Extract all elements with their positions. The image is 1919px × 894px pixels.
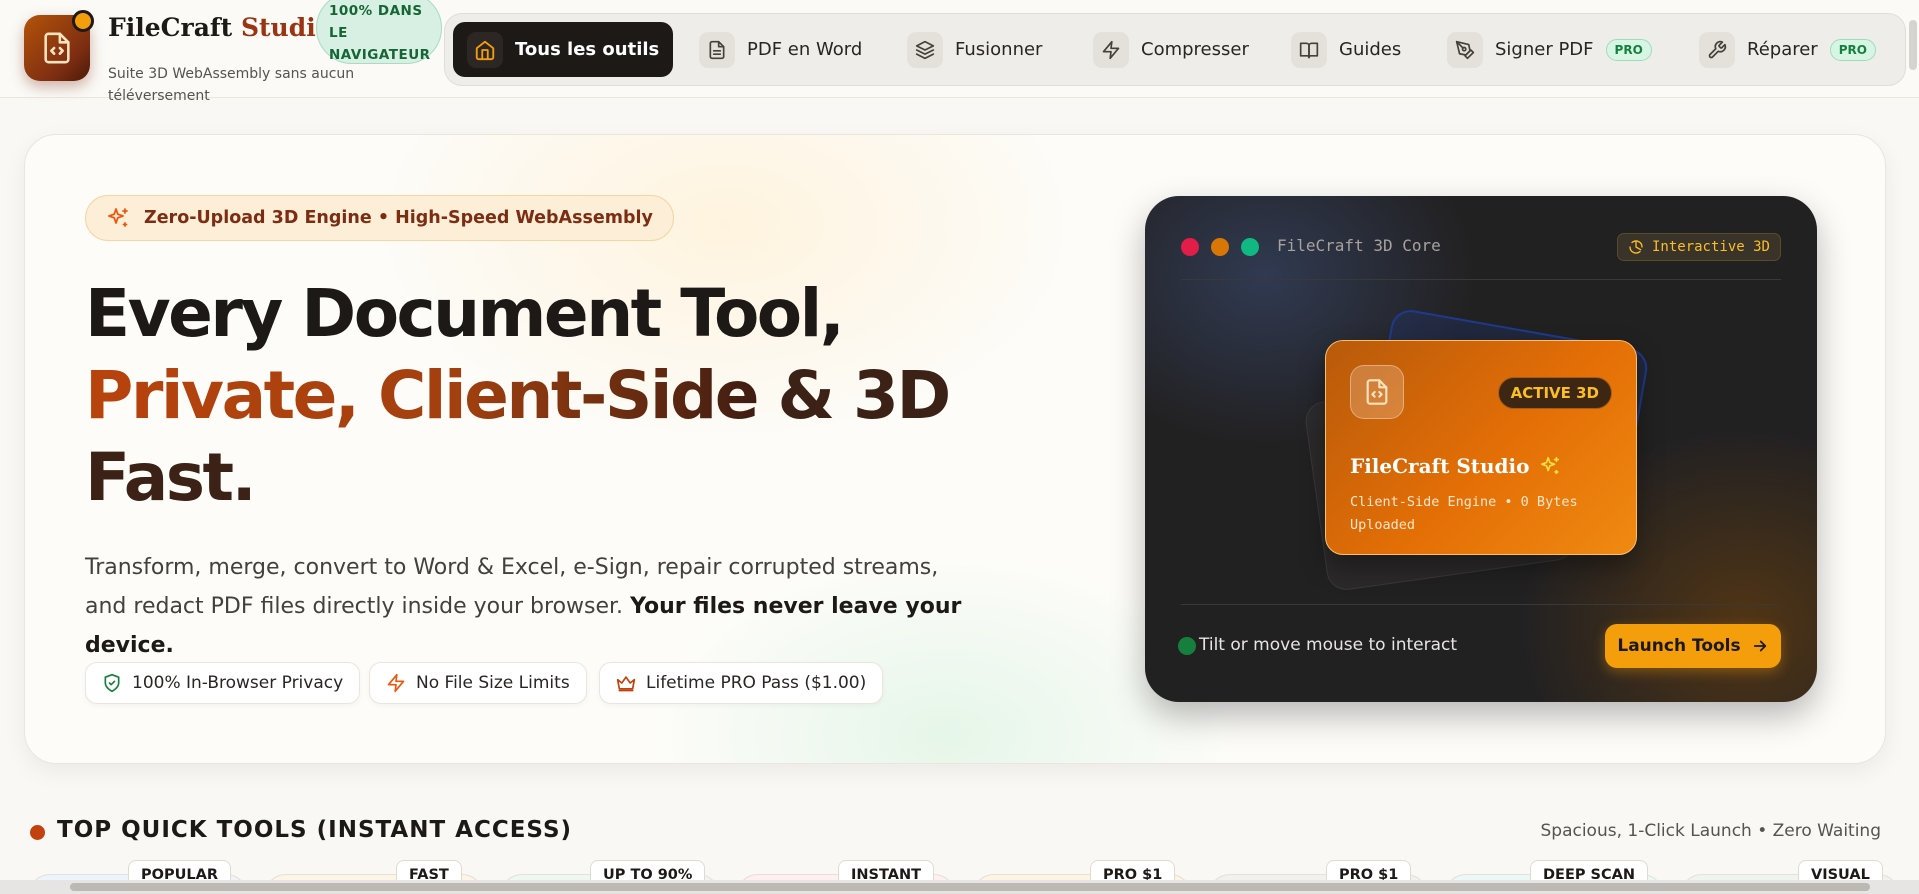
nav-item-label: Réparer — [1747, 39, 1818, 60]
card-subtitle: Client-Side Engine • 0 Bytes Uploaded — [1350, 494, 1578, 533]
nav-item-label: Compresser — [1141, 39, 1249, 60]
brand-name[interactable]: FileCraft Studio — [108, 13, 332, 42]
hero-title-line-2: Private, Client-Side & 3D — [85, 355, 985, 437]
sparkles-icon — [1541, 456, 1560, 475]
status-dot — [1178, 637, 1196, 655]
hero-title-suffix: & 3D — [757, 357, 951, 434]
card-title: FileCraft Studio — [1350, 454, 1561, 478]
active-3d-badge: ACTIVE 3D — [1497, 377, 1612, 409]
demo-divider-top — [1181, 279, 1781, 280]
lightning-icon — [387, 673, 405, 693]
hero-description: Transform, merge, convert to Word & Exce… — [85, 555, 962, 658]
in-browser-badge: 100% DANS LE NAVIGATEUR — [316, 0, 442, 64]
feature-chip-pro-pass: Lifetime PRO Pass ($1.00) — [599, 662, 884, 704]
hero-title-line-1: Every Document Tool, — [85, 275, 845, 352]
window-dot-green — [1241, 238, 1259, 256]
home-icon — [467, 31, 503, 68]
code-file-icon — [44, 32, 70, 64]
top-header: FileCraft Studio Suite 3D WebAssembly sa… — [0, 0, 1919, 104]
feature-chip-no-limits: No File Size Limits — [369, 662, 587, 704]
demo-window-title: FileCraft 3D Core — [1277, 236, 1441, 255]
brand-subtitle: Suite 3D WebAssembly sans aucun télévers… — [108, 66, 355, 104]
active-3d-card[interactable]: ACTIVE 3D FileCraft Studio Client-Side E… — [1325, 340, 1637, 555]
nav-item-guides[interactable]: Guides — [1277, 22, 1415, 77]
feature-chip-label: 100% In-Browser Privacy — [132, 673, 344, 693]
nav-item-label: Guides — [1339, 39, 1402, 60]
window-dot-yellow — [1211, 238, 1229, 256]
nav-item-all-tools[interactable]: Tous les outils — [453, 22, 674, 77]
interactive-badge: Interactive 3D — [1616, 233, 1781, 261]
nav-item-compress[interactable]: Compresser — [1079, 22, 1263, 77]
nav-item-pdf-to-word[interactable]: PDF en Word — [685, 22, 876, 77]
hero-badge: Zero-Upload 3D Engine • High-Speed WebAs… — [85, 195, 674, 241]
sparkles-icon — [108, 208, 128, 227]
logo-status-dot — [72, 10, 94, 32]
interaction-hint: Tilt or move mouse to interact — [1199, 635, 1458, 655]
window-dot-red — [1181, 238, 1199, 256]
hero-title-highlight: Private, Client-Side — [85, 357, 760, 434]
wrench-icon — [1699, 31, 1735, 68]
feature-chip-privacy: 100% In-Browser Privacy — [85, 662, 361, 704]
horizontal-scrollbar-thumb[interactable] — [70, 883, 1870, 891]
nav-item-label: Tous les outils — [515, 39, 660, 60]
rotate-3d-icon — [1629, 240, 1643, 254]
header-scrollbar[interactable] — [1909, 20, 1917, 70]
pro-tag: PRO — [1829, 38, 1876, 61]
hero-badge-label: Zero-Upload 3D Engine • High-Speed WebAs… — [144, 208, 653, 228]
crown-icon — [616, 676, 636, 692]
quick-tools-subtitle: Spacious, 1-Click Launch • Zero Waiting — [1540, 821, 1881, 841]
hero-title-line-3: Fast. — [85, 439, 257, 516]
nav-item-merge[interactable]: Fusionner — [893, 22, 1056, 77]
nav-item-label: Signer PDF — [1495, 39, 1594, 60]
pen-icon — [1447, 31, 1483, 68]
book-icon — [1291, 31, 1327, 68]
nav-item-repair[interactable]: Réparer PRO — [1685, 22, 1890, 77]
shield-check-icon — [104, 673, 120, 693]
document-icon — [699, 31, 735, 68]
nav-item-label: PDF en Word — [747, 39, 863, 60]
nav-item-label: Fusionner — [955, 39, 1043, 60]
demo-divider-bottom — [1181, 604, 1781, 605]
launch-tools-button[interactable]: Launch Tools — [1605, 624, 1781, 668]
section-dot — [30, 825, 45, 840]
pro-tag: PRO — [1605, 38, 1652, 61]
lightning-icon — [1093, 31, 1129, 68]
demo-3d-panel[interactable]: FileCraft 3D Core Interactive 3D ACTIVE … — [1145, 196, 1817, 702]
code-file-icon — [1350, 365, 1404, 419]
quick-tools-title: TOP QUICK TOOLS (INSTANT ACCESS) — [57, 817, 573, 843]
layers-icon — [907, 31, 943, 68]
arrow-right-icon — [1753, 640, 1766, 652]
nav-item-sign-pdf[interactable]: Signer PDF PRO — [1433, 22, 1666, 77]
hero-title: Every Document Tool, Private, Client-Sid… — [85, 273, 985, 519]
main-nav: Tous les outils PDF en Word Fusionner Co… — [444, 13, 1906, 86]
feature-chip-label: Lifetime PRO Pass ($1.00) — [646, 673, 867, 693]
feature-chip-label: No File Size Limits — [416, 673, 570, 693]
